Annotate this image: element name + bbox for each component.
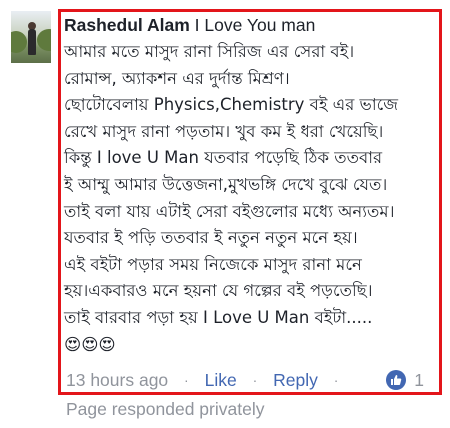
title-separator: I <box>194 15 200 35</box>
comment-text-line: রোমান্স, অ্যাকশন এর দুর্দান্ত মিশ্রণ। <box>64 68 290 88</box>
comment-text-line: যতবার ই পড়ি ততবার ই নতুন নতুন মনে হয়। <box>64 228 358 248</box>
comment-text-line: ই আম্মু আমার উত্তেজনা,মুখভঙ্গি দেখে বুঝে… <box>64 174 388 194</box>
timestamp[interactable]: 13 hours ago <box>66 368 168 392</box>
comment-actions: 13 hours ago · Like · Reply · 1 <box>66 368 436 392</box>
avatar-tree-left <box>11 31 27 53</box>
separator-dot: · <box>333 372 339 388</box>
author-name[interactable]: Rashedul Alam <box>64 15 190 35</box>
comment-text-line: তাই বারবার পড়া হয় I Love U Man বইটা...… <box>64 307 373 327</box>
comment-text-line: আমার মতে মাসুদ রানা সিরিজ এর সেরা বই। <box>64 42 355 61</box>
reaction-count: 1 <box>414 370 424 390</box>
like-button[interactable]: Like <box>205 368 237 392</box>
comment-text-line: 😍😍😍 <box>64 334 116 354</box>
page-response-note: Page responded privately <box>66 399 265 419</box>
comment-text-line: এই বইটা পড়ার সময় নিজেকে মাসুদ রানা মনে <box>64 254 362 274</box>
comment-item: Rashedul Alam I Love You man আমার মতে মা… <box>0 0 450 428</box>
reply-button[interactable]: Reply <box>273 368 318 392</box>
separator-dot: · <box>184 372 189 388</box>
comment-text-line: তাই বলা যায় এটাই সেরা বইগুলোর মধ্যে অন্… <box>64 201 395 221</box>
comment-body: Rashedul Alam I Love You man আমার মতে মা… <box>64 13 440 358</box>
comment-header: Rashedul Alam I Love You man <box>64 13 440 37</box>
comment-text-line: ছোটোবেলায় Physics,Chemistry বই এর ভাজে <box>64 95 399 115</box>
comment-text-line: রেখে মাসুদ রানা পড়তাম। খুব কম ই ধরা খেয… <box>64 121 384 141</box>
separator-dot: · <box>252 372 258 388</box>
comment-title: Love You man <box>204 15 316 35</box>
avatar-tree-right <box>37 29 51 51</box>
comment-text: আমার মতে মাসুদ রানা সিরিজ এর সেরা বই। রোম… <box>64 39 440 358</box>
avatar-person-body <box>28 29 36 55</box>
comment-text-line: কিন্তু I love U Man যতবার পড়েছি ঠিক ততব… <box>64 148 383 168</box>
reaction-summary[interactable]: 1 <box>386 368 424 392</box>
comment-text-line: হয়।একবারও মনে হয়না যে গল্পের বই পড়তেছ… <box>64 281 373 301</box>
avatar[interactable] <box>11 11 51 63</box>
thumbs-up-icon <box>386 370 407 390</box>
